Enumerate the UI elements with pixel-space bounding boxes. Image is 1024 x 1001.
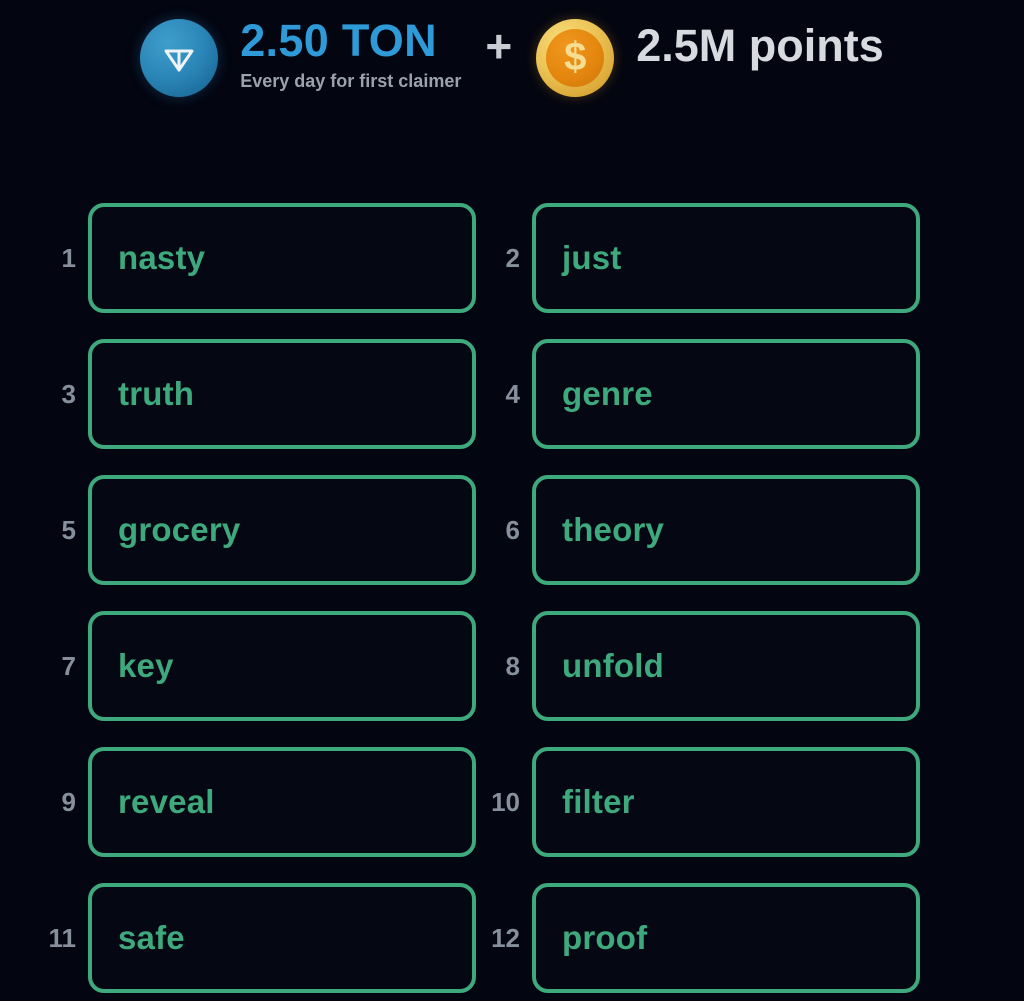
word-slot: 5 grocery: [0, 462, 476, 598]
word-index: 5: [61, 515, 76, 545]
word-box-7[interactable]: key: [88, 611, 476, 721]
word-index: 12: [491, 923, 520, 953]
word-slot: 8 unfold: [476, 598, 1024, 734]
word-row: 7 key 8 unfold: [0, 598, 1024, 734]
word-box-11[interactable]: safe: [88, 883, 476, 993]
word-slot: 10 filter: [476, 734, 1024, 870]
word-box-2[interactable]: just: [532, 203, 920, 313]
word-row: 3 truth 4 genre: [0, 326, 1024, 462]
word-slot: 7 key: [0, 598, 476, 734]
word-box-10[interactable]: filter: [532, 747, 920, 857]
word-box-6[interactable]: theory: [532, 475, 920, 585]
word-index: 6: [505, 515, 520, 545]
word-box-1[interactable]: nasty: [88, 203, 476, 313]
word-index: 3: [61, 379, 76, 409]
points-amount-label: 2.5M points: [636, 20, 884, 71]
word-slot: 12 proof: [476, 870, 1024, 1001]
word-slot: 6 theory: [476, 462, 1024, 598]
word-slot: 2 just: [476, 190, 1024, 326]
word-slot: 11 safe: [0, 870, 476, 1001]
word-label: truth: [118, 375, 195, 412]
word-index: 4: [505, 379, 520, 409]
ton-amount-label: 2.50 TON: [240, 15, 437, 66]
reward-subtitle: Every day for first claimer: [240, 71, 462, 91]
coin-inner-disc: $: [546, 29, 605, 87]
word-label: proof: [562, 919, 648, 956]
word-box-12[interactable]: proof: [532, 883, 920, 993]
word-slot: 4 genre: [476, 326, 1024, 462]
word-box-8[interactable]: unfold: [532, 611, 920, 721]
word-label: just: [562, 239, 622, 276]
word-index: 9: [61, 787, 76, 817]
word-label: grocery: [118, 511, 241, 548]
word-box-4[interactable]: genre: [532, 339, 920, 449]
ton-diamond-icon: [140, 19, 219, 97]
word-index: 7: [61, 651, 76, 681]
dollar-sign-glyph: $: [564, 35, 587, 79]
reward-header: 2.50 TON Every day for first claimer + $…: [0, 0, 1024, 124]
word-slot: 1 nasty: [0, 190, 476, 326]
word-slot: 3 truth: [0, 326, 476, 462]
word-index: 2: [505, 243, 520, 273]
plus-icon: +: [485, 20, 513, 72]
word-index: 11: [48, 923, 77, 953]
word-label: theory: [562, 511, 665, 548]
word-index: 8: [505, 651, 520, 681]
word-grid: 1 nasty 2 just 3 truth 4 genre 5 grocery…: [0, 190, 1024, 1001]
word-index: 1: [61, 243, 76, 273]
word-label: safe: [118, 919, 185, 956]
word-label: reveal: [118, 783, 215, 820]
dollar-coin-icon: $: [536, 19, 615, 97]
word-row: 1 nasty 2 just: [0, 190, 1024, 326]
word-box-5[interactable]: grocery: [88, 475, 476, 585]
word-row: 9 reveal 10 filter: [0, 734, 1024, 870]
word-box-3[interactable]: truth: [88, 339, 476, 449]
word-label: key: [118, 647, 174, 684]
word-label: genre: [562, 375, 653, 412]
word-row: 5 grocery 6 theory: [0, 462, 1024, 598]
word-label: unfold: [562, 647, 664, 684]
word-slot: 9 reveal: [0, 734, 476, 870]
word-box-9[interactable]: reveal: [88, 747, 476, 857]
word-label: filter: [562, 783, 635, 820]
word-label: nasty: [118, 239, 206, 276]
word-index: 10: [491, 787, 520, 817]
word-row: 11 safe 12 proof: [0, 870, 1024, 1001]
